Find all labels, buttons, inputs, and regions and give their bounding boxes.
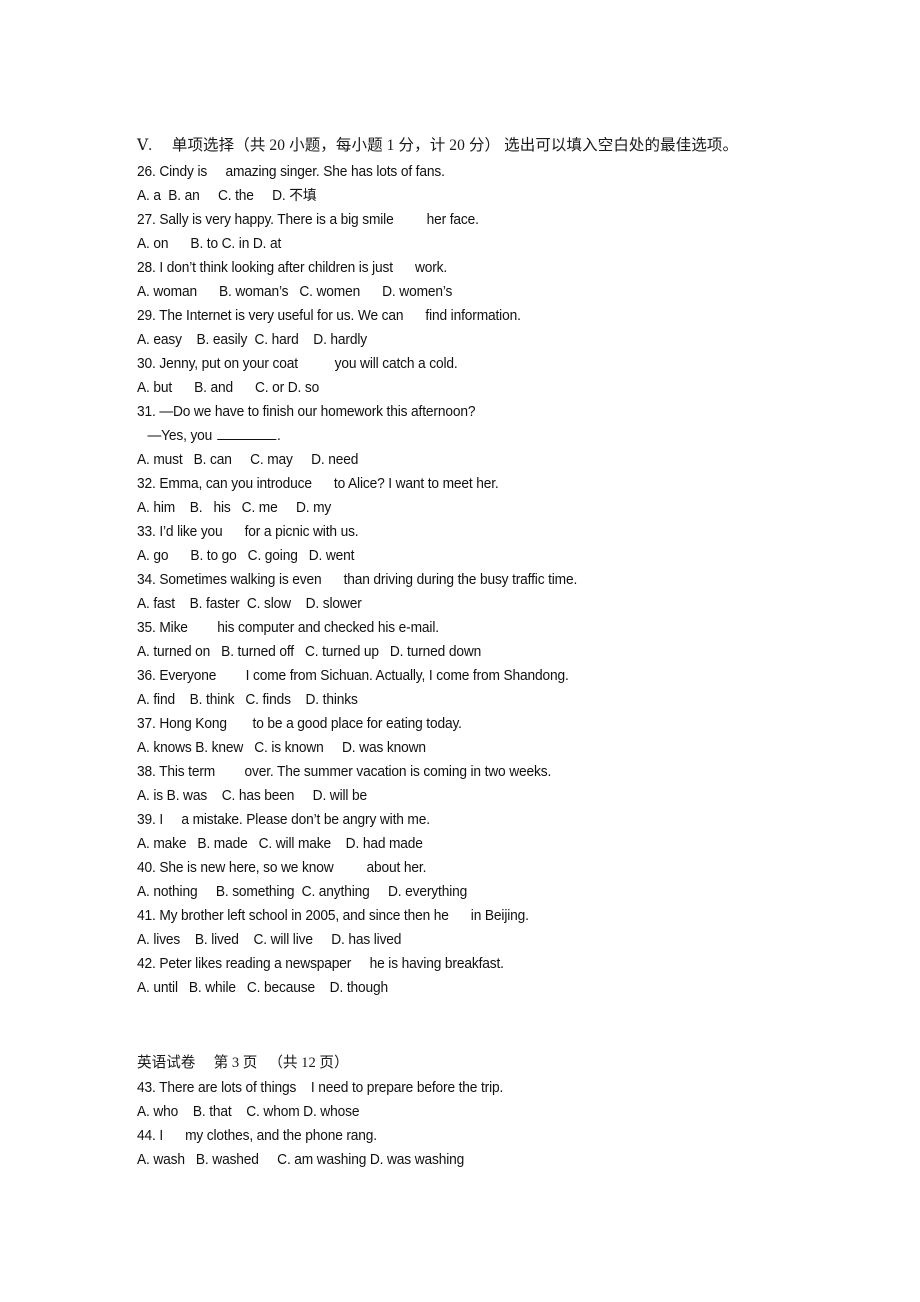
question-stem-28: 28. I don’t think looking after children… [137,260,448,276]
question-options-31: A. must B. can C. may D. need [137,452,359,468]
question-31-answer-suffix: . [276,428,281,444]
question-options-32: A. him B. his C. me D. my [137,500,332,516]
question-stem-38: 38. This term over. The summer vacation … [137,764,552,780]
question-stem-31-answer-line: —Yes, you . [137,424,872,448]
question-options-43: A. who B. that C. whom D. whose [137,1104,360,1120]
question-stem-40: 40. She is new here, so we know about he… [137,860,427,876]
answer-blank-rule [216,427,277,440]
question-stem-43: 43. There are lots of things I need to p… [137,1080,504,1096]
question-options-42: A. until B. while C. because D. though [137,980,389,996]
question-options-44: A. wash B. washed C. am washing D. was w… [137,1152,465,1168]
question-options-41: A. lives B. lived C. will live D. has li… [137,932,402,948]
question-stem-32: 32. Emma, can you introduce to Alice? I … [137,476,499,492]
question-stem-42: 42. Peter likes reading a newspaper he i… [137,956,504,972]
question-options-40: A. nothing B. something C. anything D. e… [137,884,468,900]
question-stem-39: 39. I a mistake. Please don’t be angry w… [137,812,430,828]
question-stem-27: 27. Sally is very happy. There is a big … [137,212,479,228]
question-options-30: A. but B. and C. or D. so [137,380,320,396]
exam-page: Ⅴ. 单项选择（共 20 小题，每小题 1 分，计 20 分） 选出可以填入空白… [0,0,920,1302]
question-stem-34: 34. Sometimes walking is even than drivi… [137,572,578,588]
page-break-spacer [137,1000,907,1050]
question-options-26: A. a B. an C. the D. 不填 [137,188,317,204]
question-options-39: A. make B. made C. will make D. had made [137,836,423,852]
question-options-38: A. is B. was C. has been D. will be [137,788,368,804]
question-31-answer-prefix: —Yes, you [147,428,216,444]
question-stem-29: 29. The Internet is very useful for us. … [137,308,521,324]
question-stem-35: 35. Mike his computer and checked his e-… [137,620,439,636]
question-options-34: A. fast B. faster C. slow D. slower [137,596,362,612]
question-options-27: A. on B. to C. in D. at [137,236,282,252]
exam-content: Ⅴ. 单项选择（共 20 小题，每小题 1 分，计 20 分） 选出可以填入空白… [137,134,907,1172]
question-options-37: A. knows B. knew C. is known D. was know… [137,740,426,756]
question-options-33: A. go B. to go C. going D. went [137,548,355,564]
question-stem-30: 30. Jenny, put on your coat you will cat… [137,356,458,372]
question-stem-41: 41. My brother left school in 2005, and … [137,908,529,924]
question-options-28: A. woman B. woman’s C. women D. women’s [137,284,453,300]
question-stem-33: 33. I’d like you for a picnic with us. [137,524,359,540]
page-marker: 英语试卷 第 3 页 （共 12 页） [137,1055,349,1071]
question-stem-44: 44. I my clothes, and the phone rang. [137,1128,377,1144]
question-options-29: A. easy B. easily C. hard D. hardly [137,332,368,348]
section-heading: Ⅴ. 单项选择（共 20 小题，每小题 1 分，计 20 分） 选出可以填入空白… [137,137,739,154]
question-stem-37: 37. Hong Kong to be a good place for eat… [137,716,462,732]
question-options-35: A. turned on B. turned off C. turned up … [137,644,482,660]
question-options-36: A. find B. think C. finds D. thinks [137,692,358,708]
question-stem-26: 26. Cindy is amazing singer. She has lot… [137,164,445,180]
question-stem-36: 36. Everyone I come from Sichuan. Actual… [137,668,569,684]
question-stem-31: 31. —Do we have to finish our homework t… [137,404,476,420]
